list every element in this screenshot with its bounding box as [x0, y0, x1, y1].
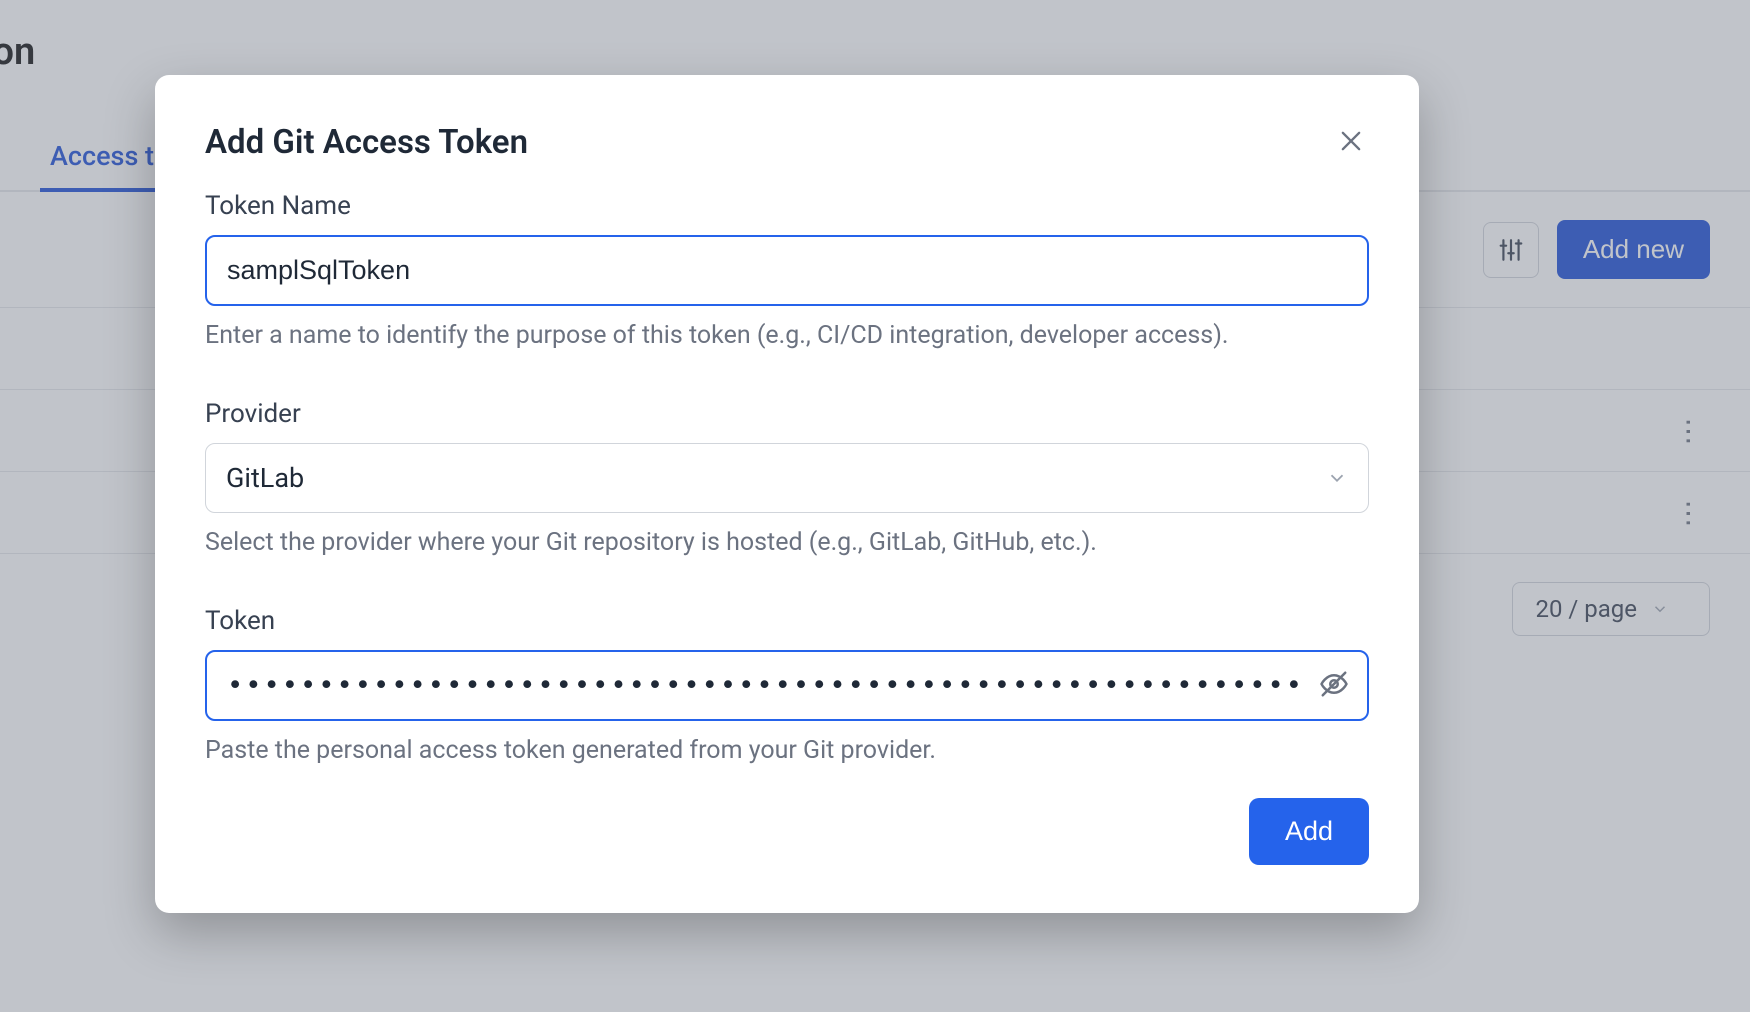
add-button[interactable]: Add: [1249, 798, 1369, 865]
token-label: Token: [205, 606, 1369, 636]
add-git-token-modal: Add Git Access Token Token Name Enter a …: [155, 75, 1419, 913]
provider-field: Provider GitLab Select the provider wher…: [205, 399, 1369, 560]
chevron-down-icon: [1326, 467, 1348, 489]
provider-help: Select the provider where your Git repos…: [205, 525, 1369, 560]
close-icon: [1337, 127, 1365, 155]
modal-title: Add Git Access Token: [205, 123, 528, 162]
provider-selected-value: GitLab: [226, 462, 304, 494]
close-button[interactable]: [1333, 123, 1369, 163]
token-input[interactable]: [205, 650, 1369, 721]
token-help: Paste the personal access token generate…: [205, 733, 1369, 768]
provider-label: Provider: [205, 399, 1369, 429]
token-name-input[interactable]: [205, 235, 1369, 306]
token-name-help: Enter a name to identify the purpose of …: [205, 318, 1369, 353]
toggle-visibility-button[interactable]: [1319, 669, 1349, 703]
provider-select[interactable]: GitLab: [205, 443, 1369, 513]
modal-overlay[interactable]: Add Git Access Token Token Name Enter a …: [0, 0, 1750, 1012]
token-field: Token Paste the personal access token ge…: [205, 606, 1369, 768]
eye-off-icon: [1319, 669, 1349, 699]
token-name-label: Token Name: [205, 191, 1369, 221]
token-name-field: Token Name Enter a name to identify the …: [205, 191, 1369, 353]
